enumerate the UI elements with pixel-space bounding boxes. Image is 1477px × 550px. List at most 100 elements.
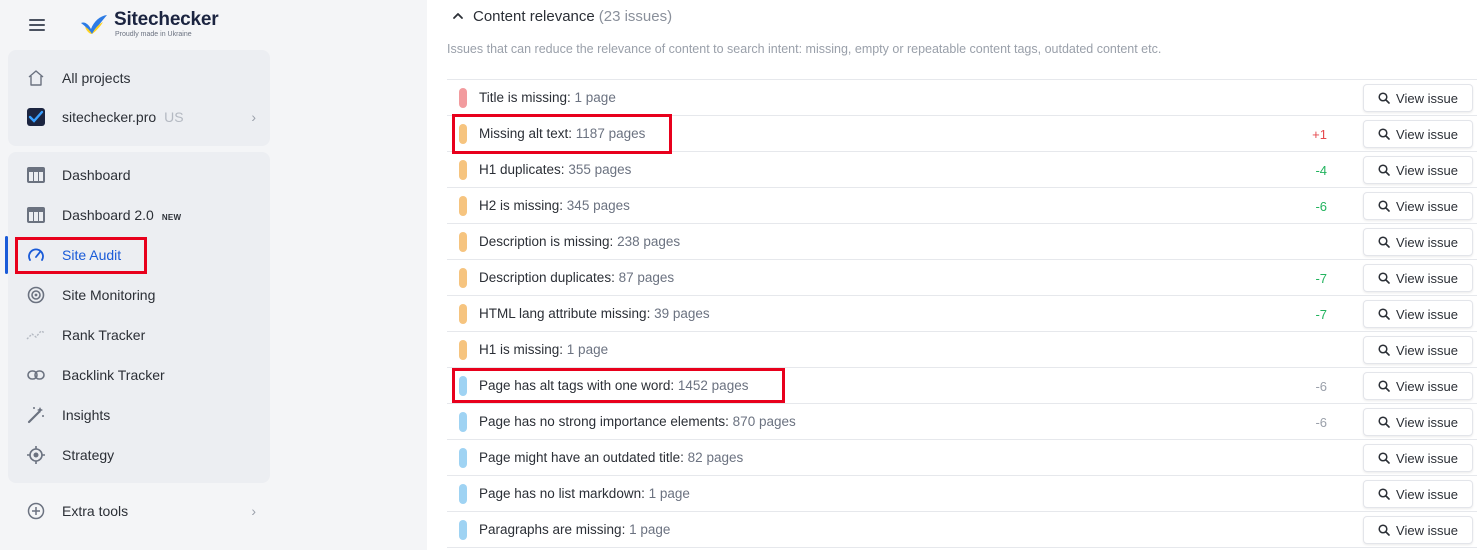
section-toggle[interactable]: Content relevance (23 issues)	[451, 6, 672, 26]
search-icon	[1378, 164, 1390, 176]
project-country: US	[164, 109, 184, 125]
view-issue-button[interactable]: View issue	[1363, 444, 1473, 472]
issue-label: H2 is missing: 345 pages	[479, 198, 630, 213]
view-issue-button[interactable]: View issue	[1363, 516, 1473, 544]
hamburger-menu-icon[interactable]	[29, 18, 47, 32]
projects-card: All projects sitechecker.pro US ›	[8, 50, 270, 146]
search-icon	[1378, 236, 1390, 248]
issue-row[interactable]: Description is missing: 238 pages View is…	[447, 224, 1477, 260]
view-issue-button[interactable]: View issue	[1363, 264, 1473, 292]
magic-wand-icon	[26, 405, 46, 425]
view-issue-button[interactable]: View issue	[1363, 372, 1473, 400]
sidebar-item-backlink-tracker[interactable]: Backlink Tracker	[8, 359, 270, 391]
sidebar-item-project[interactable]: sitechecker.pro US ›	[8, 101, 270, 133]
view-issue-label: View issue	[1396, 522, 1458, 538]
view-issue-button[interactable]: View issue	[1363, 156, 1473, 184]
sidebar-item-rank-tracker[interactable]: Rank Tracker	[8, 319, 270, 351]
issues-list: Title is missing: 1 page View issue Missin…	[447, 79, 1477, 548]
view-issue-button[interactable]: View issue	[1363, 228, 1473, 256]
issue-title: Description duplicates:	[479, 270, 615, 285]
view-issue-button[interactable]: View issue	[1363, 300, 1473, 328]
issue-count: 1187 pages	[575, 126, 646, 141]
issue-row[interactable]: Page has alt tags with one word: 1452 pa…	[447, 368, 1477, 404]
view-issue-button[interactable]: View issue	[1363, 84, 1473, 112]
issue-row[interactable]: Paragraphs are missing: 1 page View issue	[447, 512, 1477, 548]
tools-card: Dashboard Dashboard 2.0 NEW Site Audit Si…	[8, 152, 270, 483]
issue-row[interactable]: HTML lang attribute missing: 39 pages -7 V…	[447, 296, 1477, 332]
issue-row[interactable]: Page has no strong importance elements: …	[447, 404, 1477, 440]
issue-delta: -4	[1315, 163, 1327, 178]
issue-title: Description is missing:	[479, 234, 614, 249]
view-issue-label: View issue	[1396, 90, 1458, 106]
sidebar-item-label: Strategy	[62, 447, 115, 463]
issue-row[interactable]: H2 is missing: 345 pages -6 View issue	[447, 188, 1477, 224]
issue-row[interactable]: Description duplicates: 87 pages -7 View i…	[447, 260, 1477, 296]
view-issue-label: View issue	[1396, 306, 1458, 322]
severity-indicator	[459, 124, 467, 144]
main-panel: Content relevance (23 issues) Issues tha…	[427, 0, 1477, 550]
sidebar-item-site-monitoring[interactable]: Site Monitoring	[8, 279, 270, 311]
issue-row[interactable]: Page has no list markdown: 1 page View is…	[447, 476, 1477, 512]
search-icon	[1378, 272, 1390, 284]
section-description: Issues that can reduce the relevance of …	[447, 42, 1162, 56]
sidebar-item-dashboard-2[interactable]: Dashboard 2.0 NEW	[8, 199, 270, 231]
sidebar-item-label: Backlink Tracker	[62, 367, 165, 383]
issue-count: 870 pages	[732, 414, 796, 429]
issue-row[interactable]: Missing alt text: 1187 pages +1 View issue	[447, 116, 1477, 152]
view-issue-label: View issue	[1396, 342, 1458, 358]
sidebar-item-extra-tools[interactable]: Extra tools ›	[8, 495, 270, 527]
sidebar: Sitechecker Proudly made in Ukraine All …	[0, 0, 278, 550]
section-count: (23 issues)	[598, 7, 673, 25]
issue-label: Page might have an outdated title: 82 pa…	[479, 450, 743, 465]
active-indicator	[5, 236, 8, 274]
logo-check-icon	[81, 15, 107, 34]
search-icon	[1378, 308, 1390, 320]
sidebar-item-label: Dashboard	[62, 167, 131, 183]
issue-title: HTML lang attribute missing:	[479, 306, 651, 321]
search-icon	[1378, 128, 1390, 140]
view-issue-button[interactable]: View issue	[1363, 480, 1473, 508]
home-icon	[26, 68, 46, 88]
severity-indicator	[459, 196, 467, 216]
search-icon	[1378, 488, 1390, 500]
view-issue-button[interactable]: View issue	[1363, 408, 1473, 436]
view-issue-button[interactable]: View issue	[1363, 192, 1473, 220]
issue-row[interactable]: Page might have an outdated title: 82 pa…	[447, 440, 1477, 476]
issue-delta: +1	[1312, 127, 1327, 142]
chevron-up-icon	[453, 13, 463, 19]
issue-label: H1 duplicates: 355 pages	[479, 162, 631, 177]
issue-label: Page has no strong importance elements: …	[479, 414, 796, 429]
severity-indicator	[459, 448, 467, 468]
table-icon	[26, 165, 46, 185]
sidebar-item-strategy[interactable]: Strategy	[8, 439, 270, 471]
sidebar-item-insights[interactable]: Insights	[8, 399, 270, 431]
issue-count: 345 pages	[566, 198, 630, 213]
issue-count: 238 pages	[617, 234, 681, 249]
issue-label: Missing alt text: 1187 pages	[479, 126, 645, 141]
speedometer-icon	[26, 245, 46, 265]
logo[interactable]: Sitechecker Proudly made in Ukraine	[80, 10, 219, 40]
view-issue-label: View issue	[1396, 126, 1458, 142]
issue-delta: -7	[1315, 271, 1327, 286]
issue-row[interactable]: Title is missing: 1 page View issue	[447, 80, 1477, 116]
issue-count: 1 page	[648, 486, 690, 501]
issue-row[interactable]: H1 duplicates: 355 pages -4 View issue	[447, 152, 1477, 188]
view-issue-button[interactable]: View issue	[1363, 120, 1473, 148]
issue-label: Paragraphs are missing: 1 page	[479, 522, 670, 537]
sidebar-item-dashboard[interactable]: Dashboard	[8, 159, 270, 191]
issue-label: Description is missing: 238 pages	[479, 234, 680, 249]
sidebar-item-all-projects[interactable]: All projects	[8, 62, 270, 94]
search-icon	[1378, 380, 1390, 392]
issue-row[interactable]: H1 is missing: 1 page View issue	[447, 332, 1477, 368]
sidebar-item-site-audit[interactable]: Site Audit	[8, 239, 270, 271]
issue-count: 87 pages	[618, 270, 675, 285]
severity-indicator	[459, 484, 467, 504]
issue-delta: -6	[1315, 199, 1327, 214]
sidebar-item-label: Site Monitoring	[62, 287, 156, 303]
view-issue-label: View issue	[1396, 414, 1458, 430]
issue-title: Title is missing:	[479, 90, 571, 105]
issue-label: Page has alt tags with one word: 1452 pa…	[479, 378, 748, 393]
view-issue-button[interactable]: View issue	[1363, 336, 1473, 364]
sidebar-item-label: Site Audit	[62, 247, 122, 263]
issue-count: 82 pages	[687, 450, 744, 465]
